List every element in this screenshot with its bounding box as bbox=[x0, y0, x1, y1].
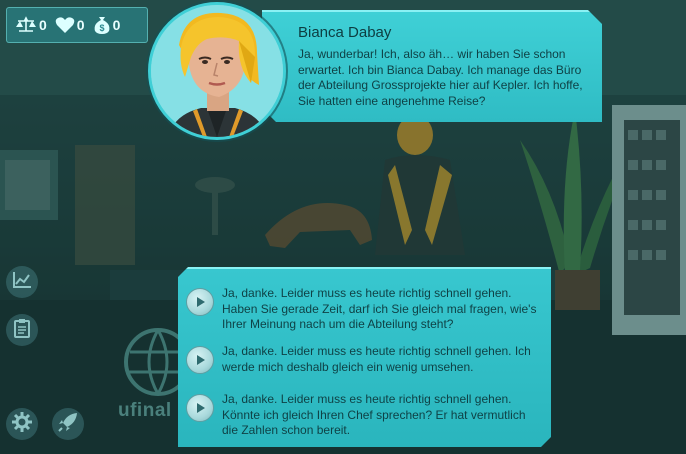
dialogue-panel: Bianca Dabay Ja, wunderbar! Ich, also äh… bbox=[262, 10, 602, 122]
money-bag-icon: $ bbox=[93, 15, 111, 35]
answer-option-3[interactable]: Ja, danke. Leider muss es heute richtig … bbox=[186, 392, 542, 439]
chart-icon bbox=[12, 271, 32, 294]
rocket-button[interactable] bbox=[52, 408, 84, 440]
settings-button[interactable] bbox=[6, 408, 38, 440]
play-icon[interactable] bbox=[186, 394, 214, 422]
scales-icon bbox=[15, 16, 37, 34]
character-portrait bbox=[148, 2, 286, 140]
play-icon[interactable] bbox=[186, 346, 214, 374]
logo-text: ufinal bbox=[118, 400, 172, 421]
rocket-icon bbox=[57, 411, 79, 438]
speaker-name: Bianca Dabay bbox=[298, 24, 392, 41]
answer-text: Ja, danke. Leider muss es heute richtig … bbox=[222, 286, 537, 331]
dialogue-text: Ja, wunderbar! Ich, also äh… wir haben S… bbox=[298, 47, 583, 108]
svg-text:$: $ bbox=[99, 23, 104, 33]
answer-text: Ja, danke. Leider muss es heute richtig … bbox=[222, 344, 531, 374]
answer-text: Ja, danke. Leider muss es heute richtig … bbox=[222, 392, 526, 437]
heart-icon bbox=[55, 16, 75, 34]
answer-option-1[interactable]: Ja, danke. Leider muss es heute richtig … bbox=[186, 286, 542, 333]
stat-justice: 0 bbox=[15, 16, 47, 34]
gear-icon bbox=[11, 411, 33, 438]
play-icon[interactable] bbox=[186, 288, 214, 316]
money-value: 0 bbox=[112, 17, 121, 33]
clipboard-icon bbox=[14, 318, 30, 343]
answer-option-2[interactable]: Ja, danke. Leider muss es heute richtig … bbox=[186, 344, 542, 375]
stats-bar: 0 0 $ 0 bbox=[6, 7, 148, 43]
chart-button[interactable] bbox=[6, 266, 38, 298]
health-value: 0 bbox=[76, 17, 85, 33]
answer-panel: Ja, danke. Leider muss es heute richtig … bbox=[178, 267, 551, 447]
justice-value: 0 bbox=[39, 17, 47, 33]
stat-health: 0 bbox=[55, 16, 85, 34]
notes-button[interactable] bbox=[6, 314, 38, 346]
stat-money: $ 0 bbox=[93, 15, 121, 35]
